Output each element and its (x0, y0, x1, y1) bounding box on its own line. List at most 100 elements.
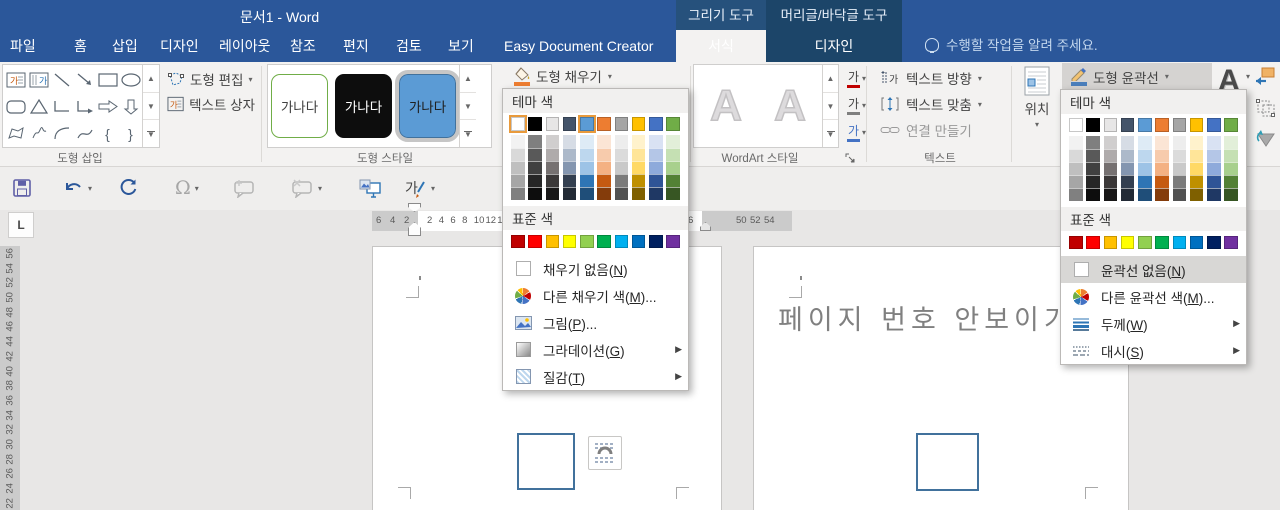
theme-color-swatch-9[interactable] (649, 117, 663, 131)
tab-9[interactable]: Easy Document Creator (504, 30, 653, 62)
bring-forward-button[interactable] (1254, 66, 1278, 88)
variant-swatch[interactable] (1224, 148, 1238, 162)
theme-color-swatch-8[interactable] (1189, 118, 1204, 132)
variant-swatch[interactable] (1103, 187, 1118, 201)
text-box-shape-page1[interactable] (517, 433, 575, 490)
variant-swatch[interactable] (666, 186, 680, 200)
variant-swatch[interactable] (1103, 148, 1118, 162)
shape-fill-menu-item-4[interactable]: 그라데이션(G) ▶ (503, 336, 688, 363)
variant-swatch[interactable] (597, 147, 611, 161)
variant-swatch[interactable] (666, 147, 680, 161)
shape-outline-menu-item-4[interactable]: 대시(S) ▶ (1061, 337, 1246, 364)
edit-shape-button[interactable]: 도형 편집 ▾ (163, 67, 259, 91)
shape-block-arrow-down[interactable] (119, 93, 142, 120)
variant-swatch[interactable] (1207, 161, 1221, 175)
theme-color-swatch-8[interactable] (631, 117, 646, 131)
variant-swatch[interactable] (1189, 161, 1204, 175)
tab-5[interactable]: 참조 (290, 30, 316, 62)
format-text-button[interactable]: 가 ▾ (405, 175, 435, 201)
variant-swatch[interactable] (580, 147, 594, 161)
shape-oval[interactable] (119, 66, 142, 93)
standard-color-swatch-7[interactable] (614, 234, 629, 248)
theme-color-swatch-5[interactable] (1138, 118, 1152, 132)
variant-swatch[interactable] (649, 147, 663, 161)
text-box-shape-page2[interactable] (916, 433, 979, 491)
variant-swatch[interactable] (528, 147, 542, 161)
variant-swatch[interactable] (1120, 148, 1135, 162)
standard-color-swatch-2[interactable] (528, 234, 542, 248)
standard-color-swatch-3[interactable] (545, 234, 560, 248)
variant-swatch[interactable] (1172, 174, 1187, 188)
tab-stop-selector[interactable]: L (8, 212, 34, 238)
variant-swatch[interactable] (631, 147, 646, 161)
variant-swatch[interactable] (666, 134, 680, 148)
theme-color-swatch-5[interactable] (578, 115, 596, 133)
variant-swatch[interactable] (631, 173, 646, 187)
standard-color-swatch-1[interactable] (511, 234, 525, 248)
variant-swatch[interactable] (1120, 187, 1135, 201)
standard-color-swatch-6[interactable] (597, 234, 611, 248)
tab-3[interactable]: 디자인 (160, 30, 199, 62)
variant-swatch[interactable] (597, 186, 611, 200)
shape-v-textbox[interactable]: 가 (27, 66, 50, 93)
variant-swatch[interactable] (1138, 187, 1152, 201)
tab-6[interactable]: 편지 (343, 30, 369, 62)
variant-swatch[interactable] (631, 160, 646, 174)
group-objects-button[interactable] (1254, 97, 1278, 119)
variant-swatch[interactable] (545, 134, 560, 148)
standard-color-swatch-9[interactable] (1207, 235, 1221, 249)
shape-curve[interactable] (73, 120, 96, 147)
scroll-up-icon[interactable]: ▲ (460, 65, 476, 93)
shape-elbow[interactable] (50, 93, 73, 120)
variant-swatch[interactable] (1138, 148, 1152, 162)
variant-swatch[interactable] (649, 134, 663, 148)
variant-swatch[interactable] (1155, 187, 1169, 201)
shape-outline-menu-item-2[interactable]: 다른 윤곽선 색(M)... (1061, 283, 1246, 310)
variant-swatch[interactable] (1086, 148, 1100, 162)
standard-color-swatch-9[interactable] (649, 234, 663, 248)
variant-swatch[interactable] (614, 160, 629, 174)
theme-color-swatch-2[interactable] (1086, 118, 1100, 132)
theme-color-swatch-3[interactable] (545, 117, 560, 131)
shape-textbox[interactable]: 가 (4, 66, 27, 93)
scroll-up-icon[interactable]: ▲ (143, 65, 159, 93)
redo-button[interactable] (118, 175, 138, 201)
variant-swatch[interactable] (580, 160, 594, 174)
theme-color-swatch-2[interactable] (528, 117, 542, 131)
scroll-down-icon[interactable]: ▼ (143, 93, 159, 121)
variant-swatch[interactable] (649, 160, 663, 174)
theme-color-swatch-1[interactable] (1069, 118, 1083, 132)
variant-swatch[interactable] (1069, 135, 1083, 149)
theme-color-swatch-9[interactable] (1207, 118, 1221, 132)
variant-swatch[interactable] (1224, 161, 1238, 175)
theme-color-swatch-10[interactable] (666, 117, 680, 131)
variant-swatch[interactable] (1189, 148, 1204, 162)
theme-color-swatch-10[interactable] (1224, 118, 1238, 132)
position-button[interactable]: 위치 ▾ (1014, 66, 1060, 150)
dialog-launcher-icon[interactable] (845, 151, 857, 163)
variant-swatch[interactable] (528, 160, 542, 174)
shape-elbow-arrow[interactable] (73, 93, 96, 120)
variant-swatch[interactable] (1103, 135, 1118, 149)
variant-swatch[interactable] (1189, 135, 1204, 149)
tell-me-box[interactable]: 수행할 작업을 알려 주세요. (925, 30, 1098, 62)
shape-style-chip-3[interactable]: 가나다 (395, 70, 460, 142)
comment-add-button[interactable] (232, 175, 256, 201)
variant-swatch[interactable] (580, 186, 594, 200)
shape-outline-menu-item-1[interactable]: 윤곽선 없음(N) (1061, 256, 1246, 283)
variant-swatch[interactable] (614, 173, 629, 187)
standard-color-swatch-4[interactable] (562, 234, 577, 248)
tab-7[interactable]: 검토 (396, 30, 422, 62)
variant-swatch[interactable] (511, 173, 525, 187)
shape-outline-button[interactable]: 도형 윤곽선 ▾ (1062, 63, 1212, 90)
shape-brace-left[interactable]: { (96, 120, 119, 147)
tab-1[interactable]: 홈 (74, 30, 87, 62)
variant-swatch[interactable] (1155, 174, 1169, 188)
standard-color-swatch-10[interactable] (1224, 235, 1238, 249)
standard-color-swatch-8[interactable] (631, 234, 646, 248)
variant-swatch[interactable] (1207, 148, 1221, 162)
theme-color-swatch-6[interactable] (1155, 118, 1169, 132)
variant-swatch[interactable] (1138, 174, 1152, 188)
gallery-more-icon[interactable]: ▼ (823, 120, 838, 147)
variant-swatch[interactable] (562, 173, 577, 187)
